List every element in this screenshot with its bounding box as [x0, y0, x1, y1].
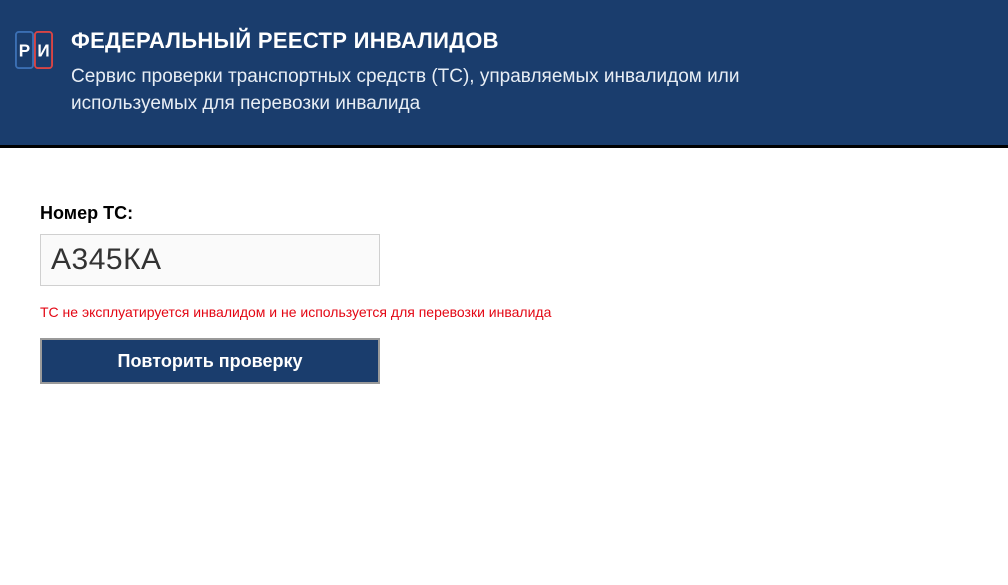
fri-logo-icon: Р И — [15, 31, 53, 69]
repeat-check-button[interactable]: Повторить проверку — [40, 338, 380, 384]
page-subtitle: Сервис проверки транспортных средств (ТС… — [71, 64, 751, 117]
logo-container: Р И — [15, 31, 53, 74]
svg-text:И: И — [37, 42, 49, 61]
vehicle-number-label: Номер ТС: — [40, 203, 968, 224]
page-title: ФЕДЕРАЛЬНЫЙ РЕЕСТР ИНВАЛИДОВ — [71, 28, 968, 54]
page-header: Р И ФЕДЕРАЛЬНЫЙ РЕЕСТР ИНВАЛИДОВ Сервис … — [0, 0, 1008, 148]
vehicle-number-input[interactable] — [40, 234, 380, 286]
content-area: Номер ТС: ТС не эксплуатируется инвалидо… — [0, 148, 1008, 424]
svg-text:Р: Р — [19, 42, 30, 61]
error-message: ТС не эксплуатируется инвалидом и не исп… — [40, 304, 968, 320]
header-text: ФЕДЕРАЛЬНЫЙ РЕЕСТР ИНВАЛИДОВ Сервис пров… — [71, 28, 968, 117]
